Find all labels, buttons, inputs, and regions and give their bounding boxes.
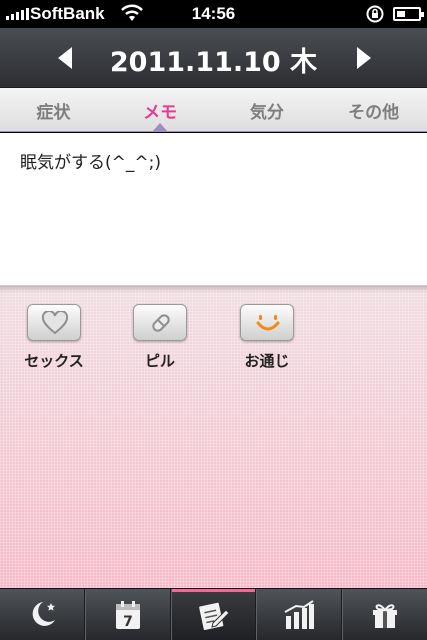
pill-toggle[interactable]: ピル (120, 304, 200, 371)
heart-icon (41, 311, 69, 335)
moon-star-icon (32, 602, 55, 626)
sex-button[interactable] (27, 304, 81, 341)
bowel-toggle[interactable]: お通じ (227, 304, 307, 371)
calendar-day: 7 (123, 614, 133, 630)
smiley-icon (256, 315, 280, 331)
pill-icon (152, 314, 170, 332)
tabbar-calendar[interactable]: 7 (84, 589, 171, 640)
pill-label: ピル (144, 352, 175, 370)
pill-button[interactable] (133, 304, 187, 341)
next-day-button[interactable] (349, 44, 377, 72)
memo-text: 眠気がする(^_^;) (20, 153, 161, 173)
sex-label: セックス (24, 352, 84, 370)
rotation-lock-icon (366, 5, 384, 23)
tabbar-notes[interactable] (170, 589, 257, 640)
notepad-pencil-icon (199, 602, 231, 631)
tab-memo[interactable]: メモ (107, 88, 214, 132)
bottom-tab-bar: 7 (0, 588, 427, 640)
bar-chart-icon (284, 600, 315, 629)
sex-toggle[interactable]: セックス (14, 304, 94, 371)
bowel-button[interactable] (240, 304, 294, 341)
category-tabs: 症状 メモ 気分 その他 (0, 88, 427, 132)
date-header: 2011.11.10 木 (0, 28, 427, 88)
tab-symptoms[interactable]: 症状 (0, 88, 107, 131)
status-bar: SoftBank 14:56 (0, 0, 427, 28)
daily-toggles-panel: セックス ピル お通じ (0, 286, 427, 588)
bowel-label: お通じ (244, 352, 290, 370)
tabbar-graph[interactable] (256, 589, 343, 640)
tabbar-sleep[interactable] (0, 589, 85, 640)
calendar-icon: 7 (115, 601, 140, 630)
battery-icon (393, 7, 424, 21)
tabbar-gift[interactable] (342, 589, 427, 640)
memo-textarea[interactable]: 眠気がする(^_^;) (0, 133, 427, 286)
status-time: 14:56 (191, 4, 236, 23)
tab-other[interactable]: その他 (320, 88, 427, 131)
tab-mood[interactable]: 気分 (214, 88, 321, 131)
gift-icon (373, 604, 398, 628)
